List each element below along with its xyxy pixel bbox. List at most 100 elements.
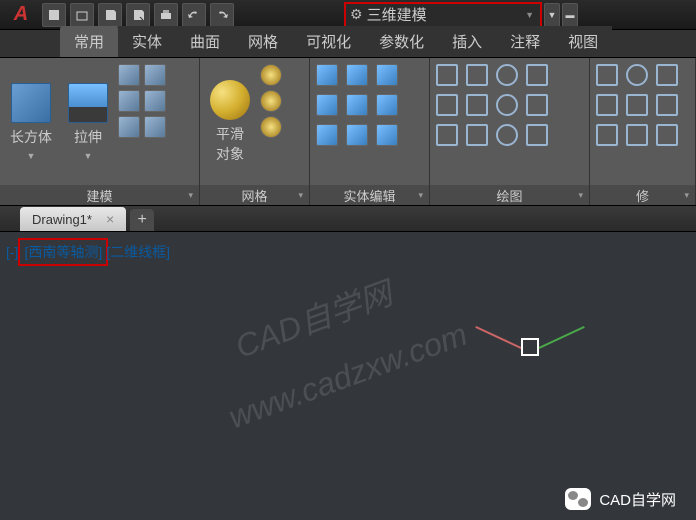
scale-icon[interactable]	[626, 124, 648, 146]
spline-icon[interactable]	[466, 94, 488, 116]
circle-icon[interactable]	[496, 64, 518, 86]
rectangle-icon[interactable]	[436, 94, 458, 116]
shell-icon[interactable]	[316, 124, 338, 146]
panel-title-modify[interactable]: 修	[590, 185, 695, 205]
panel-mesh: 平滑 对象 网格	[200, 58, 310, 205]
point-icon[interactable]	[526, 94, 548, 116]
rotate-icon[interactable]	[626, 64, 648, 86]
tab-parametric[interactable]: 参数化	[365, 26, 438, 57]
ribbon-panels: 长方体 ▼ 拉伸 ▼ 建模 平滑 对象	[0, 58, 696, 206]
mesh-more-icon[interactable]	[260, 64, 282, 86]
viewport-bracket[interactable]: [-]	[6, 244, 18, 260]
union-icon[interactable]	[316, 64, 338, 86]
smooth-label-1: 平滑	[216, 124, 244, 144]
region-icon[interactable]	[466, 124, 488, 146]
file-tab-drawing1[interactable]: Drawing1* ×	[20, 207, 126, 231]
box-icon	[11, 83, 51, 123]
panel-title-modeling[interactable]: 建模	[0, 185, 199, 205]
smooth-button[interactable]: 平滑 对象	[204, 62, 256, 181]
qat-print-icon[interactable]	[154, 3, 178, 27]
donut-icon[interactable]	[496, 124, 518, 146]
sphere-icon	[210, 80, 250, 120]
subtract-icon[interactable]	[346, 64, 368, 86]
tab-mesh[interactable]: 网格	[234, 26, 292, 57]
wechat-icon	[565, 488, 591, 510]
chevron-down-icon: ▼	[27, 151, 36, 161]
tab-visualize[interactable]: 可视化	[292, 26, 365, 57]
viewport[interactable]: [-] [西南等轴测] [二维线框] CAD自学网 www.cadzxw.com…	[0, 232, 696, 520]
qat-new-icon[interactable]	[42, 3, 66, 27]
file-tab-bar: Drawing1* × +	[0, 206, 696, 232]
hatch-icon[interactable]	[526, 124, 548, 146]
viewport-controls: [-] [西南等轴测] [二维线框]	[6, 238, 170, 266]
stretch-icon[interactable]	[596, 124, 618, 146]
workspace-switcher[interactable]: ⚙ 三维建模 ▼	[344, 2, 542, 28]
box-button[interactable]: 长方体 ▼	[4, 62, 58, 181]
file-tab-label: Drawing1*	[32, 212, 92, 227]
move-icon[interactable]	[596, 64, 618, 86]
intersect-icon[interactable]	[376, 64, 398, 86]
chamfer-edge-icon[interactable]	[376, 124, 398, 146]
panel-title-draw[interactable]: 绘图	[430, 185, 589, 205]
mirror-icon[interactable]	[626, 94, 648, 116]
new-tab-button[interactable]: +	[130, 209, 154, 231]
extrude-label: 拉伸	[74, 127, 102, 147]
panel-draw: 绘图	[430, 58, 590, 205]
ellipse-icon[interactable]	[496, 94, 518, 116]
offset-face-icon[interactable]	[376, 94, 398, 116]
loft-icon[interactable]	[118, 90, 140, 112]
panel-title-mesh[interactable]: 网格	[200, 185, 309, 205]
polygon-icon[interactable]	[436, 124, 458, 146]
qat-undo-icon[interactable]	[182, 3, 206, 27]
viewport-style-control[interactable]: [二维线框]	[106, 242, 170, 262]
fillet-edge-icon[interactable]	[346, 124, 368, 146]
sweep-icon[interactable]	[144, 90, 166, 112]
extrude-face-icon[interactable]	[316, 94, 338, 116]
panel-modeling: 长方体 ▼ 拉伸 ▼ 建模	[0, 58, 200, 205]
x-axis-icon	[475, 326, 521, 349]
line-icon[interactable]	[436, 64, 458, 86]
qat-redo-icon[interactable]	[210, 3, 234, 27]
tab-view[interactable]: 视图	[554, 26, 612, 57]
arc-icon[interactable]	[526, 64, 548, 86]
fillet-icon[interactable]	[656, 94, 678, 116]
chevron-down-icon: ▼	[84, 151, 93, 161]
footer-brand: CAD自学网	[565, 488, 676, 510]
panel-solidedit: 实体编辑	[310, 58, 430, 205]
panel-title-solidedit[interactable]: 实体编辑	[310, 185, 429, 205]
qat-saveas-icon[interactable]	[126, 3, 150, 27]
tab-annotate[interactable]: 注释	[496, 26, 554, 57]
y-axis-icon	[539, 326, 585, 349]
taper-face-icon[interactable]	[346, 94, 368, 116]
trim-icon[interactable]	[656, 64, 678, 86]
polysolid-icon[interactable]	[118, 64, 140, 86]
close-icon[interactable]: ×	[106, 211, 114, 227]
helix-icon[interactable]	[144, 116, 166, 138]
quick-access-toolbar	[42, 3, 234, 27]
viewport-view-control[interactable]: [西南等轴测]	[18, 238, 108, 266]
workspace-label: 三维建模	[367, 4, 427, 25]
tab-solid[interactable]: 实体	[118, 26, 176, 57]
ribbon-tabs: 常用 实体 曲面 网格 可视化 参数化 插入 注释 视图	[0, 30, 696, 58]
polyline-icon[interactable]	[466, 64, 488, 86]
brand-label: CAD自学网	[599, 489, 676, 510]
qat-minimize-icon[interactable]: ▬	[562, 3, 578, 27]
gear-icon: ⚙	[350, 6, 363, 23]
tab-surface[interactable]: 曲面	[176, 26, 234, 57]
tab-home[interactable]: 常用	[60, 26, 118, 57]
watermark-text: www.cadzxw.com	[224, 316, 472, 437]
mesh-refine-icon[interactable]	[260, 116, 282, 138]
copy-icon[interactable]	[596, 94, 618, 116]
extrude-button[interactable]: 拉伸 ▼	[62, 62, 114, 181]
watermark-text-2: CAD自学网	[228, 269, 397, 368]
qat-open-icon[interactable]	[70, 3, 94, 27]
array-icon[interactable]	[656, 124, 678, 146]
panel-modify: 修	[590, 58, 696, 205]
qat-save-icon[interactable]	[98, 3, 122, 27]
revolve-icon[interactable]	[144, 64, 166, 86]
qat-dropdown-icon[interactable]: ▼	[544, 3, 560, 27]
tab-insert[interactable]: 插入	[438, 26, 496, 57]
box-label: 长方体	[10, 127, 52, 147]
mesh-less-icon[interactable]	[260, 90, 282, 112]
presspull-icon[interactable]	[118, 116, 140, 138]
